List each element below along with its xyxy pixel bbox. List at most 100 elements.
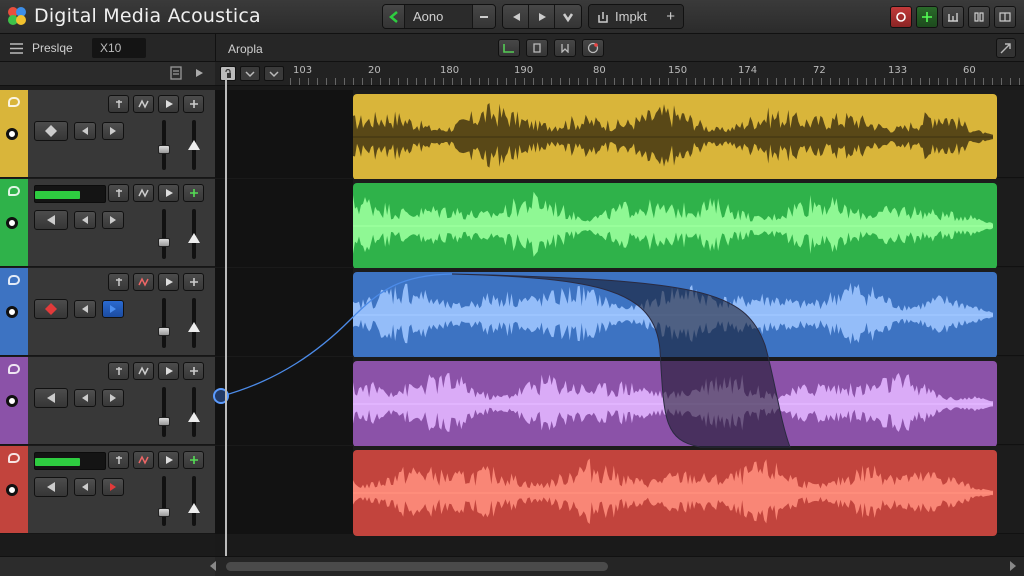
record-arm-button[interactable] bbox=[6, 217, 18, 229]
scroll-right-icon[interactable] bbox=[1010, 561, 1016, 571]
track-play-button[interactable] bbox=[158, 184, 179, 202]
marker-tool-button[interactable] bbox=[554, 39, 576, 57]
track-play-button[interactable] bbox=[158, 273, 179, 291]
track-lane-1[interactable] bbox=[215, 90, 1024, 180]
audio-region[interactable] bbox=[353, 183, 997, 269]
mixer-tool-button[interactable] bbox=[942, 6, 964, 28]
audio-region[interactable] bbox=[353, 272, 997, 358]
timeline-ruler[interactable]: 103 20 180 190 80 150 174 72 133 60 bbox=[215, 62, 1024, 86]
next-button[interactable] bbox=[102, 389, 124, 407]
next-button[interactable] bbox=[102, 211, 124, 229]
send-fader[interactable] bbox=[187, 387, 201, 437]
preset-field[interactable]: X10 bbox=[92, 38, 146, 58]
dropdown-button[interactable] bbox=[555, 5, 581, 28]
arrange-area[interactable] bbox=[215, 86, 1024, 556]
add-track-button[interactable] bbox=[183, 184, 204, 202]
expand-view-button[interactable] bbox=[996, 38, 1016, 58]
pan-knob[interactable] bbox=[34, 388, 68, 408]
triangle-cap-icon[interactable] bbox=[187, 502, 201, 514]
fader-cap[interactable] bbox=[158, 327, 170, 336]
track-play-button[interactable] bbox=[158, 451, 179, 469]
pan-knob[interactable] bbox=[34, 477, 68, 497]
next-button[interactable] bbox=[102, 122, 124, 140]
volume-fader[interactable] bbox=[158, 298, 170, 348]
audio-region[interactable] bbox=[353, 361, 997, 447]
previous-button[interactable] bbox=[74, 389, 96, 407]
volume-fader[interactable] bbox=[158, 476, 170, 526]
next-button[interactable] bbox=[102, 478, 124, 496]
menu-icon[interactable] bbox=[10, 43, 23, 54]
audio-region[interactable] bbox=[353, 94, 997, 180]
track-header-1[interactable] bbox=[0, 90, 215, 178]
input-monitor-button[interactable] bbox=[108, 273, 129, 291]
input-monitor-button[interactable] bbox=[108, 95, 129, 113]
send-fader[interactable] bbox=[187, 476, 201, 526]
track-lane-4[interactable] bbox=[215, 357, 1024, 447]
pan-knob[interactable] bbox=[34, 210, 68, 230]
track-lane-3[interactable] bbox=[215, 268, 1024, 358]
track-fx-button[interactable] bbox=[133, 362, 154, 380]
pan-knob[interactable] bbox=[34, 299, 68, 319]
next-button[interactable] bbox=[102, 300, 124, 318]
add-track-button[interactable] bbox=[183, 95, 204, 113]
track-lane-2[interactable] bbox=[215, 179, 1024, 269]
green-chevron-button[interactable] bbox=[383, 5, 405, 28]
track-header-2[interactable] bbox=[0, 179, 215, 267]
track-fx-button[interactable] bbox=[133, 273, 154, 291]
pointer-tool-button[interactable] bbox=[498, 39, 520, 57]
record-arm-button[interactable] bbox=[6, 306, 18, 318]
previous-button[interactable] bbox=[74, 478, 96, 496]
snap-tool-button[interactable] bbox=[916, 6, 938, 28]
horizontal-scrollbar[interactable] bbox=[0, 556, 1024, 576]
import-button[interactable]: Impkt + bbox=[589, 5, 683, 28]
previous-button[interactable] bbox=[74, 211, 96, 229]
track-options-icon[interactable] bbox=[170, 66, 182, 80]
volume-fader[interactable] bbox=[158, 209, 170, 259]
fader-cap[interactable] bbox=[158, 508, 170, 517]
fader-cap[interactable] bbox=[158, 238, 170, 247]
play-button[interactable] bbox=[529, 5, 555, 28]
send-fader[interactable] bbox=[187, 209, 201, 259]
record-arm-button[interactable] bbox=[6, 484, 18, 496]
pan-knob[interactable] bbox=[34, 121, 68, 141]
browser-tool-button[interactable] bbox=[994, 6, 1016, 28]
track-lane-5[interactable] bbox=[215, 446, 1024, 536]
collapse-arrow-icon[interactable] bbox=[195, 68, 204, 78]
track-play-button[interactable] bbox=[158, 362, 179, 380]
library-tool-button[interactable] bbox=[968, 6, 990, 28]
input-monitor-button[interactable] bbox=[108, 362, 129, 380]
volume-fader[interactable] bbox=[158, 387, 170, 437]
scroll-left-icon[interactable] bbox=[210, 561, 216, 571]
previous-button[interactable] bbox=[74, 300, 96, 318]
volume-fader[interactable] bbox=[158, 120, 170, 170]
track-header-5[interactable] bbox=[0, 446, 215, 534]
track-fx-button[interactable] bbox=[133, 184, 154, 202]
metronome-tool-button[interactable] bbox=[582, 39, 604, 57]
previous-button[interactable] bbox=[74, 122, 96, 140]
send-fader[interactable] bbox=[187, 120, 201, 170]
track-header-3[interactable] bbox=[0, 268, 215, 356]
record-arm-button[interactable] bbox=[6, 128, 18, 140]
track-fx-button[interactable] bbox=[133, 95, 154, 113]
record-arm-button[interactable] bbox=[6, 395, 18, 407]
triangle-cap-icon[interactable] bbox=[187, 411, 201, 423]
zoom-menu-button[interactable] bbox=[240, 66, 260, 81]
audio-region[interactable] bbox=[353, 450, 997, 536]
triangle-cap-icon[interactable] bbox=[187, 232, 201, 244]
scroll-thumb[interactable] bbox=[226, 562, 608, 571]
triangle-cap-icon[interactable] bbox=[187, 139, 201, 151]
record-tool-button[interactable] bbox=[890, 6, 912, 28]
minus-button[interactable] bbox=[473, 5, 495, 28]
playhead[interactable] bbox=[225, 72, 227, 558]
add-track-button[interactable] bbox=[183, 451, 204, 469]
track-header-4[interactable] bbox=[0, 357, 215, 445]
send-fader[interactable] bbox=[187, 298, 201, 348]
track-play-button[interactable] bbox=[158, 95, 179, 113]
rewind-button[interactable] bbox=[503, 5, 529, 28]
triangle-cap-icon[interactable] bbox=[187, 321, 201, 333]
input-monitor-button[interactable] bbox=[108, 184, 129, 202]
playhead-lock-button[interactable] bbox=[220, 66, 236, 81]
add-track-button[interactable] bbox=[183, 362, 204, 380]
fader-cap[interactable] bbox=[158, 417, 170, 426]
add-track-button[interactable] bbox=[183, 273, 204, 291]
